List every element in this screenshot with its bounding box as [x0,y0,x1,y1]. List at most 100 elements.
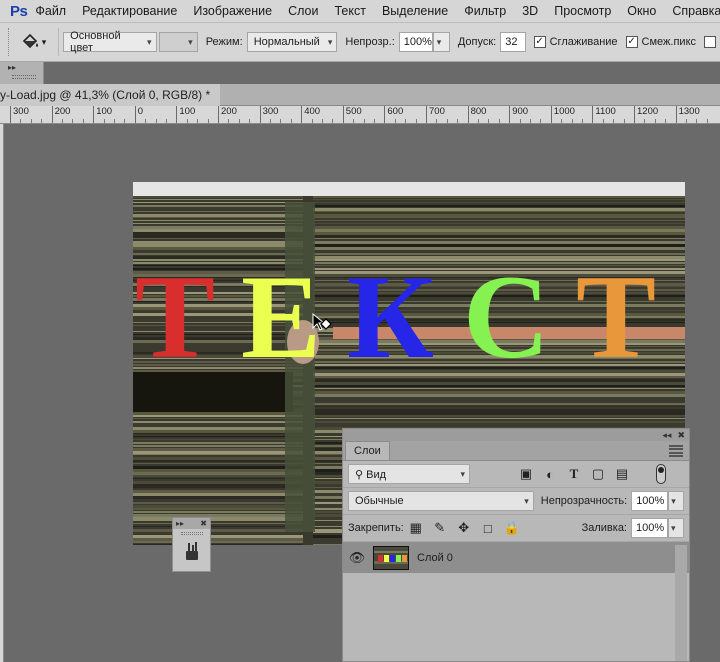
check-icon: ✓ [625,36,638,48]
menu-view[interactable]: Просмотр [546,4,619,18]
ruler-minor-tick [82,119,84,123]
panel-menu-icon[interactable] [669,445,683,457]
layer-filter-select[interactable]: ⚲ Вид ▾ [348,464,470,484]
tolerance-input[interactable]: 32 [500,32,526,52]
vertical-ruler [0,124,4,662]
tolerance-label: Допуск: [457,36,497,48]
panel-grip[interactable] [12,75,36,79]
ruler-minor-tick [353,119,355,123]
fill-source-select[interactable]: Основной цвет ▾ [63,30,157,54]
all-layers-checkbox[interactable] [704,36,720,48]
lock-position-icon[interactable]: ✥ [456,520,472,536]
horizontal-ruler: 300 200 100 0 100 200 300 400 500 600 700 800 900 100… [0,106,720,124]
layers-tab-row: Слои [343,441,689,461]
ruler-minor-tick [290,119,292,123]
type-filter-icon[interactable]: T [566,466,582,482]
layer-filter-value: Вид [366,468,387,481]
layer-name: Слой 0 [417,551,453,564]
panel-grip[interactable] [180,532,203,535]
smart-object-filter-icon[interactable]: ▤ [614,466,630,482]
ruler-minor-tick [530,119,531,123]
fill-dropdown[interactable]: ▾ [668,518,684,538]
menu-help[interactable]: Справка [664,4,720,18]
menu-image[interactable]: Изображение [185,4,280,18]
blend-mode-select[interactable]: Нормальный ▾ [246,32,338,52]
ruler-minor-tick [602,119,604,123]
lock-all-icon[interactable]: 🔒 [504,520,520,536]
layer-blend-value: Обычные [355,495,404,507]
ruler-minor-tick [72,119,74,123]
lock-artboard-icon[interactable]: □ [480,520,496,536]
ruler-tick-label: 0 [134,106,143,123]
floating-tool-panel: ▸▸ ✖ [172,517,211,572]
lock-label: Закрепить: [348,522,404,534]
close-icon[interactable]: ✖ [677,430,685,441]
chevron-down-icon: ▾ [524,495,529,506]
letter-k: К [347,250,435,383]
document-tab-bar: y-Load.jpg @ 41,3% (Слой 0, RGB/8) * [0,83,720,106]
adjustment-filter-icon[interactable]: ◐ [542,466,558,482]
ruler-minor-tick [540,119,542,123]
tool-preset-picker[interactable]: ▾ [20,33,46,51]
ruler-minor-tick [571,119,573,123]
menu-edit[interactable]: Редактирование [74,4,185,18]
menu-filter[interactable]: Фильтр [456,4,514,18]
options-grip[interactable] [8,28,12,56]
lock-pixels-icon[interactable]: ✎ [432,520,448,536]
layer-opacity-dropdown[interactable]: ▾ [668,491,684,511]
ruler-minor-tick [270,119,271,123]
close-icon[interactable]: ✖ [200,519,207,528]
ruler-minor-tick [436,119,438,123]
ruler-minor-tick [155,119,157,123]
menu-type[interactable]: Текст [326,4,373,18]
lock-row: Закрепить: ▦ ✎ ✥ □ 🔒 Заливка: 100% ▾ [343,515,689,542]
fill-input[interactable]: 100% [631,518,668,538]
ruler-minor-tick [696,119,698,123]
tab-layers[interactable]: Слои [345,441,390,460]
opacity-dropdown[interactable]: ▾ [432,32,450,52]
collapse-panel-icon[interactable]: ◂◂ [662,430,671,441]
layer-row[interactable]: 👁 Слой 0 [343,542,689,573]
layers-scrollbar[interactable] [675,545,687,661]
ruler-minor-tick [280,119,282,123]
pattern-picker[interactable]: ▾ [158,32,198,52]
expand-panel-icon[interactable]: ▸▸ [176,519,184,528]
menu-window[interactable]: Окно [619,4,664,18]
ruler-minor-tick [613,119,615,123]
layers-panel-dock: ◂◂ ✖ [343,429,689,441]
chevron-down-icon: ▾ [327,36,333,47]
chevron-down-icon: ▾ [436,36,442,47]
letter-t: Т [135,250,216,383]
antialias-checkbox[interactable]: ✓ Сглаживание [533,36,618,48]
floating-panel-header[interactable]: ▸▸ ✖ [173,518,210,529]
menu-file[interactable]: Файл [27,4,74,18]
paint-bucket-cursor-icon [311,312,333,337]
shape-filter-icon[interactable]: ▢ [590,466,606,482]
chevron-down-icon: ▾ [671,522,676,533]
menu-bar: Ps Файл Редактирование Изображение Слои … [0,0,720,22]
ruler-minor-tick [145,119,147,123]
ruler-minor-tick [374,119,375,123]
layer-blend-select[interactable]: Обычные ▾ [348,491,534,511]
lock-transparency-icon[interactable]: ▦ [408,520,424,536]
ruler-minor-tick [582,119,583,123]
pixel-filter-icon[interactable]: ▣ [518,466,534,482]
ruler-minor-tick [478,119,479,123]
document-tab[interactable]: y-Load.jpg @ 41,3% (Слой 0, RGB/8) * [0,83,221,106]
brushes-icon[interactable] [173,541,210,561]
ruler-minor-tick [228,119,230,123]
contiguous-checkbox[interactable]: ✓ Смеж.пикс [625,36,696,48]
menu-3d[interactable]: 3D [514,4,546,18]
menu-select[interactable]: Выделение [374,4,456,18]
menu-layer[interactable]: Слои [280,4,326,18]
document-tab-title: y-Load.jpg @ 41,3% (Слой 0, RGB/8) * [0,87,211,102]
layer-thumbnail [373,545,409,570]
layer-opacity-input[interactable]: 100% [631,491,669,511]
eye-icon[interactable]: 👁 [349,550,366,566]
ruler-minor-tick [311,119,313,123]
expand-panel-icon[interactable]: ▸▸ [0,62,43,72]
filter-toggle-icon[interactable] [656,464,666,484]
opacity-input[interactable]: 100% [398,32,433,52]
ruler-minor-tick [62,119,63,123]
ruler-minor-tick [415,119,417,123]
